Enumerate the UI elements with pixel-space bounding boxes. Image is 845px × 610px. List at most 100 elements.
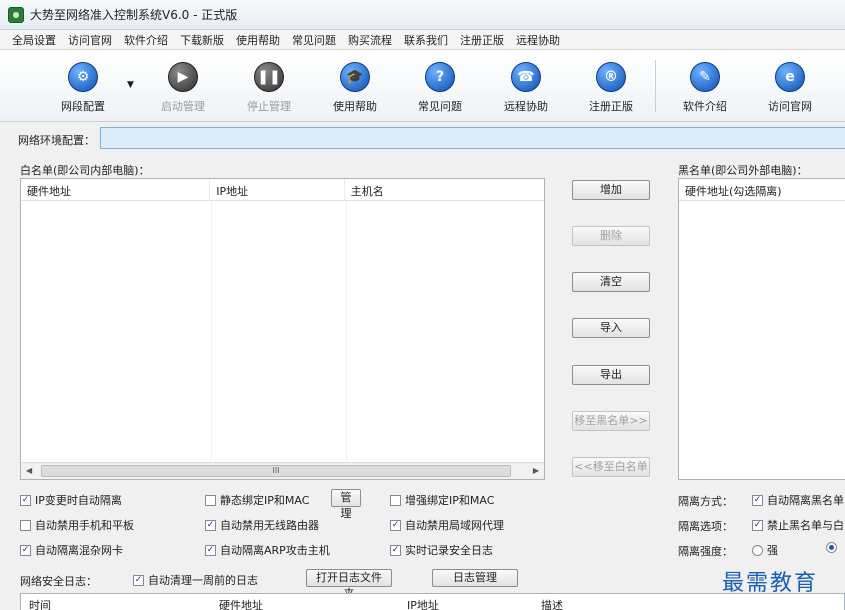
software-intro-button[interactable]: ✎ 软件介绍 [670, 62, 740, 114]
column-header[interactable]: 时间 [29, 597, 51, 610]
toolbar-label: 常见问题 [418, 100, 462, 113]
scroll-thumb[interactable]: III [41, 465, 511, 477]
manage-binding-button[interactable]: 管理 [331, 489, 361, 520]
checkbox-label: 自动禁用局域网代理 [405, 519, 504, 532]
checkbox-label: 自动禁用手机和平板 [35, 519, 134, 532]
checkbox-checked[interactable]: ✓ [133, 574, 144, 586]
blacklist-label: 黑名单(即公司外部电脑)： [678, 164, 808, 177]
checkbox-checked[interactable]: ✓ [205, 544, 216, 556]
menu-help[interactable]: 使用帮助 [236, 32, 280, 48]
network-segment-button[interactable]: ⚙ 网段配置 [48, 62, 118, 114]
move-to-blacklist-button[interactable]: 移至黑名单>> [572, 411, 650, 431]
checkbox-checked[interactable]: ✓ [752, 519, 763, 531]
register-button[interactable]: ® 注册正版 [576, 62, 646, 114]
delete-button[interactable]: 删除 [572, 226, 650, 246]
radio-unselected[interactable] [752, 544, 763, 556]
menu-visit-site[interactable]: 访问官网 [68, 32, 112, 48]
disable-wireless-router-checkbox[interactable]: ✓ 自动禁用无线路由器 [205, 517, 319, 533]
menu-faq[interactable]: 常见问题 [292, 32, 336, 48]
radio-selected[interactable] [826, 542, 837, 553]
visit-site-button[interactable]: e 访问官网 [755, 62, 825, 114]
whitelist-header: 硬件地址 IP地址 主机名 [21, 179, 544, 201]
static-bind-checkbox[interactable]: 静态绑定IP和MAC [205, 492, 309, 508]
column-header[interactable]: 硬件地址(勾选隔离) [679, 179, 845, 200]
toolbar-label: 使用帮助 [333, 100, 377, 113]
scroll-right-icon[interactable]: ▶ [533, 466, 539, 475]
blacklist-header: 硬件地址(勾选隔离) [679, 179, 845, 201]
toolbar-label: 远程协助 [504, 100, 548, 113]
checkbox-unchecked[interactable] [20, 519, 31, 531]
horizontal-scrollbar[interactable]: ◀ III ▶ [21, 462, 544, 479]
watermark-text: 最需教育 [722, 571, 819, 596]
import-button[interactable]: 导入 [572, 318, 650, 338]
toolbar-label: 软件介绍 [683, 100, 727, 113]
checkbox-label: 自动隔离黑名单 [767, 494, 844, 507]
checkbox-checked[interactable]: ✓ [390, 544, 401, 556]
menu-bar: 全局设置 访问官网 软件介绍 下载新版 使用帮助 常见问题 购买流程 联系我们 … [0, 30, 845, 50]
whitelist-table[interactable]: 硬件地址 IP地址 主机名 ◀ III ▶ [20, 178, 545, 480]
graduation-cap-icon: 🎓 [340, 62, 370, 92]
faq-button[interactable]: ? 常见问题 [405, 62, 475, 114]
disable-lan-proxy-checkbox[interactable]: ✓ 自动禁用局域网代理 [390, 517, 504, 533]
column-header[interactable]: 硬件地址 [21, 179, 211, 200]
remote-assist-button[interactable]: ☎ 远程协助 [491, 62, 561, 114]
block-blacklist-checkbox[interactable]: ✓ 禁止黑名单与白 [752, 517, 844, 533]
ip-change-isolate-checkbox[interactable]: ✓ IP变更时自动隔离 [20, 492, 122, 508]
checkbox-label: 静态绑定IP和MAC [220, 494, 310, 507]
auto-clean-log-checkbox[interactable]: ✓ 自动清理一周前的日志 [133, 572, 258, 588]
checkbox-unchecked[interactable] [390, 494, 401, 506]
strength-other-radio[interactable] [826, 542, 841, 553]
enhanced-bind-checkbox[interactable]: 增强绑定IP和MAC [390, 492, 494, 508]
realtime-log-checkbox[interactable]: ✓ 实时记录安全日志 [390, 542, 493, 558]
export-button[interactable]: 导出 [572, 365, 650, 385]
column-header[interactable]: 描述 [541, 597, 563, 610]
strength-strong-radio[interactable]: 强 [752, 542, 778, 558]
add-button[interactable]: 增加 [572, 180, 650, 200]
pen-icon: ✎ [690, 62, 720, 92]
chevron-down-icon[interactable]: ▼ [127, 80, 134, 90]
menu-software-intro[interactable]: 软件介绍 [124, 32, 168, 48]
pause-icon: ❚❚ [254, 62, 284, 92]
usage-help-button[interactable]: 🎓 使用帮助 [320, 62, 390, 114]
isolate-promiscuous-checkbox[interactable]: ✓ 自动隔离混杂网卡 [20, 542, 123, 558]
isolation-strength-label: 隔离强度： [678, 545, 733, 558]
column-header[interactable]: 主机名 [345, 179, 544, 200]
auto-isolate-blacklist-checkbox[interactable]: ✓ 自动隔离黑名单 [752, 492, 844, 508]
checkbox-label: 自动禁用无线路由器 [220, 519, 319, 532]
checkbox-checked[interactable]: ✓ [390, 519, 401, 531]
checkbox-label: 实时记录安全日志 [405, 544, 493, 557]
menu-purchase[interactable]: 购买流程 [348, 32, 392, 48]
checkbox-checked[interactable]: ✓ [205, 519, 216, 531]
window-title: 大势至网络准入控制系统V6.0 - 正式版 [30, 8, 238, 22]
remote-assist-icon: ☎ [511, 62, 541, 92]
clear-button[interactable]: 清空 [572, 272, 650, 292]
env-config-field[interactable] [100, 127, 845, 149]
checkbox-checked[interactable]: ✓ [20, 544, 31, 556]
menu-register[interactable]: 注册正版 [460, 32, 504, 48]
log-management-button[interactable]: 日志管理 [432, 569, 518, 587]
column-header[interactable]: IP地址 [210, 179, 345, 200]
menu-remote-assist[interactable]: 远程协助 [516, 32, 560, 48]
start-management-button[interactable]: ▶ 启动管理 [148, 62, 218, 114]
stop-management-button[interactable]: ❚❚ 停止管理 [234, 62, 304, 114]
registered-icon: ® [596, 62, 626, 92]
move-to-whitelist-button[interactable]: <<移至白名单 [572, 457, 650, 477]
toolbar-label: 停止管理 [247, 100, 291, 113]
column-header[interactable]: IP地址 [407, 597, 439, 610]
isolate-arp-checkbox[interactable]: ✓ 自动隔离ARP攻击主机 [205, 542, 330, 558]
checkbox-unchecked[interactable] [205, 494, 216, 506]
open-log-folder-button[interactable]: 打开日志文件夹 [306, 569, 392, 600]
menu-global-settings[interactable]: 全局设置 [12, 32, 56, 48]
checkbox-checked[interactable]: ✓ [752, 494, 763, 506]
menu-contact[interactable]: 联系我们 [404, 32, 448, 48]
checkbox-label: 自动隔离ARP攻击主机 [220, 544, 330, 557]
disable-mobile-checkbox[interactable]: 自动禁用手机和平板 [20, 517, 134, 533]
app-icon [8, 6, 24, 23]
toolbar-label: 注册正版 [589, 100, 633, 113]
menu-download[interactable]: 下载新版 [180, 32, 224, 48]
checkbox-checked[interactable]: ✓ [20, 494, 31, 506]
column-header[interactable]: 硬件地址 [219, 597, 263, 610]
toolbar-separator [655, 60, 656, 112]
blacklist-table[interactable]: 硬件地址(勾选隔离) [678, 178, 845, 480]
scroll-left-icon[interactable]: ◀ [26, 466, 32, 475]
